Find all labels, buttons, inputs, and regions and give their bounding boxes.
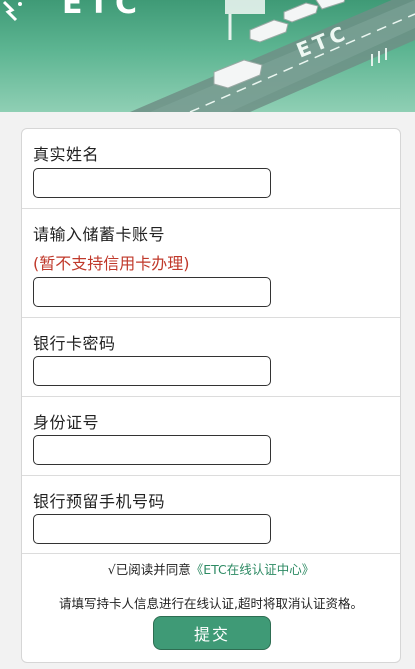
debit-card-label: 请输入储蓄卡账号 xyxy=(33,225,166,244)
real-name-input[interactable] xyxy=(33,168,271,198)
id-number-label: 身份证号 xyxy=(33,413,100,432)
credit-card-not-supported-note: (暂不支持信用卡办理) xyxy=(33,254,190,273)
id-number-input[interactable] xyxy=(33,435,271,465)
auth-tip-text: 请填写持卡人信息进行在线认证,超时将取消认证资格。 xyxy=(59,596,363,611)
debit-card-input[interactable] xyxy=(33,277,271,307)
submit-button[interactable]: 提交 xyxy=(153,616,271,650)
agreement-link[interactable]: 《ETC在线认证中心》 xyxy=(191,562,315,577)
reserved-phone-input[interactable] xyxy=(33,514,271,544)
etc-logo-text: ETC xyxy=(62,0,143,21)
agreement-checkmark-text[interactable]: √已阅读并同意 xyxy=(108,562,191,577)
field-id-number: 身份证号 xyxy=(22,397,400,476)
reserved-phone-label: 银行预留手机号码 xyxy=(33,492,166,511)
field-reserved-phone: 银行预留手机号码 xyxy=(22,476,400,554)
field-debit-card-number: 请输入储蓄卡账号 (暂不支持信用卡办理) xyxy=(22,209,400,318)
field-card-password: 银行卡密码 xyxy=(22,318,400,397)
card-password-input[interactable] xyxy=(33,356,271,386)
etc-banner: ETC ETC xyxy=(0,0,415,112)
field-real-name: 真实姓名 xyxy=(22,129,400,209)
auth-form-card: 真实姓名 请输入储蓄卡账号 (暂不支持信用卡办理) 银行卡密码 身份证号 银行预… xyxy=(21,128,401,663)
agreement-row: √已阅读并同意《ETC在线认证中心》 xyxy=(22,559,400,578)
etc-logo-icon xyxy=(2,0,22,22)
card-password-label: 银行卡密码 xyxy=(33,334,116,353)
real-name-label: 真实姓名 xyxy=(33,145,100,164)
